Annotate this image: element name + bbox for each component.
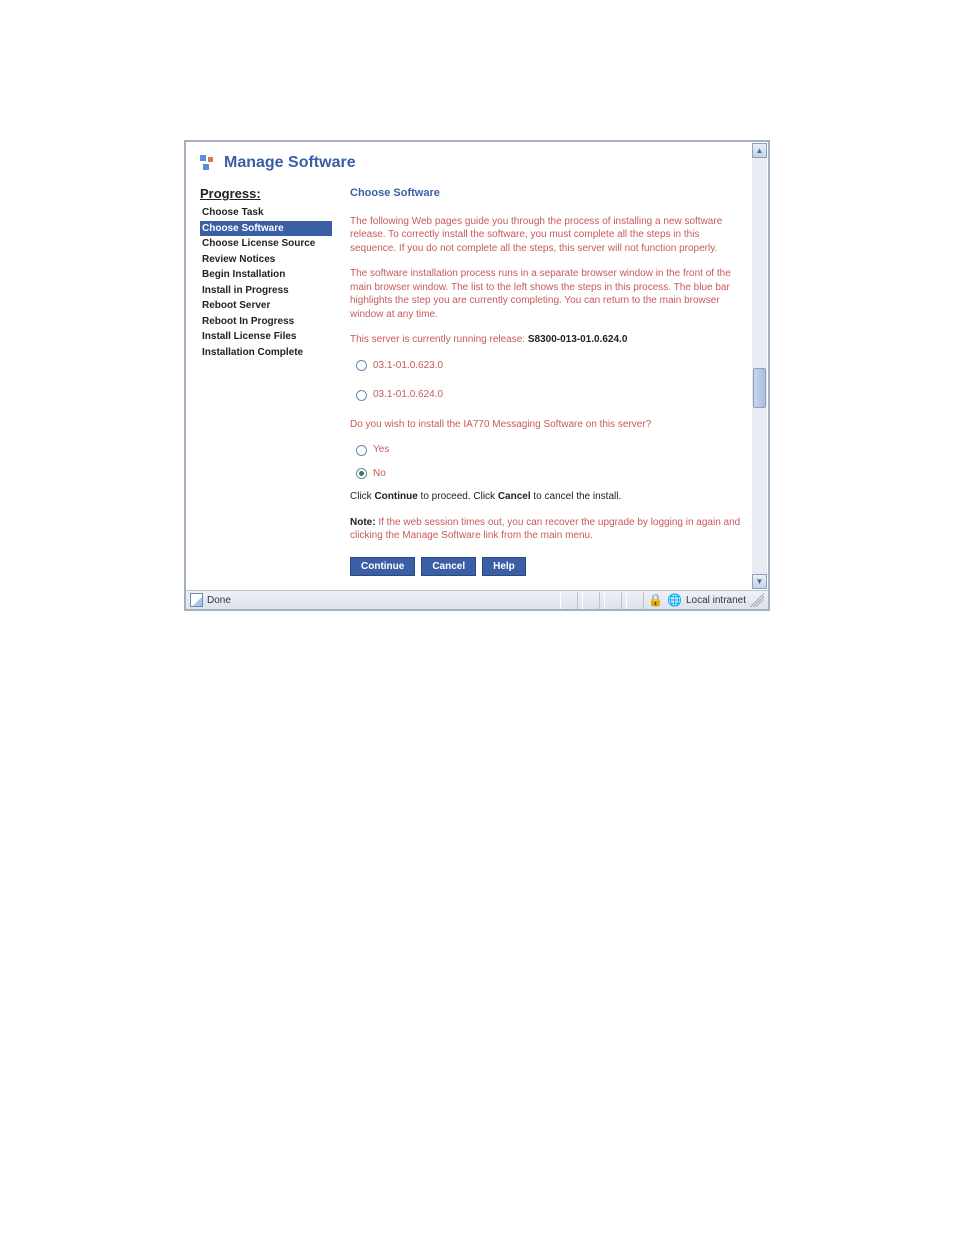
progress-step: Reboot Server <box>200 298 332 314</box>
radio-button[interactable] <box>356 390 367 401</box>
progress-step: Reboot In Progress <box>200 314 332 330</box>
scrollbar-thumb[interactable] <box>753 368 766 408</box>
button-row: Continue Cancel Help <box>350 557 746 576</box>
note-text: If the web session times out, you can re… <box>350 517 740 542</box>
version-option-row[interactable]: 03.1-01.0.624.0 <box>356 388 746 402</box>
security-zone: Local intranet <box>686 595 746 606</box>
radio-button[interactable] <box>356 360 367 371</box>
zone-icon: 🌐 <box>667 593 682 607</box>
status-cell <box>560 592 578 609</box>
progress-step: Review Notices <box>200 252 332 268</box>
cancel-button[interactable]: Cancel <box>421 557 476 576</box>
progress-step: Installation Complete <box>200 345 332 361</box>
radio-button[interactable] <box>356 445 367 456</box>
ia770-option-label: No <box>373 467 386 481</box>
proceed-instruction: Click Continue to proceed. Click Cancel … <box>350 490 746 504</box>
progress-step: Begin Installation <box>200 267 332 283</box>
version-option-row[interactable]: 03.1-01.0.623.0 <box>356 359 746 373</box>
status-bar: Done 🔒 🌐 Local intranet <box>186 590 768 609</box>
status-text: Done <box>207 595 231 606</box>
status-cell <box>604 592 622 609</box>
scrollbar-track[interactable] <box>752 158 767 574</box>
running-release-line: This server is currently running release… <box>350 333 746 347</box>
progress-step: Choose Task <box>200 205 332 221</box>
ia770-option-row[interactable]: No <box>356 467 746 481</box>
version-option-label: 03.1-01.0.623.0 <box>373 359 443 373</box>
page-title: Manage Software <box>224 154 356 172</box>
note-label: Note: <box>350 517 376 528</box>
scroll-up-button[interactable]: ▲ <box>752 143 767 158</box>
scroll-down-button[interactable]: ▼ <box>752 574 767 589</box>
status-cell <box>626 592 644 609</box>
resize-grip[interactable] <box>750 593 764 607</box>
main-content: Choose Software The following Web pages … <box>350 186 746 576</box>
note-paragraph: Note: If the web session times out, you … <box>350 516 746 543</box>
progress-step: Choose Software <box>200 221 332 237</box>
progress-heading: Progress: <box>200 186 332 201</box>
ia770-option-label: Yes <box>373 443 389 457</box>
content-heading: Choose Software <box>350 186 746 201</box>
progress-sidebar: Progress: Choose TaskChoose SoftwareChoo… <box>200 186 332 576</box>
page-icon <box>190 593 203 607</box>
intro-paragraph-2: The software installation process runs i… <box>350 267 746 321</box>
running-release-prefix: This server is currently running release… <box>350 334 528 345</box>
version-option-label: 03.1-01.0.624.0 <box>373 388 443 402</box>
running-release-version: S8300-013-01.0.624.0 <box>528 334 628 345</box>
ia770-question: Do you wish to install the IA770 Messagi… <box>350 418 746 432</box>
progress-step: Install License Files <box>200 329 332 345</box>
progress-step: Choose License Source <box>200 236 332 252</box>
status-cell <box>582 592 600 609</box>
app-logo-icon <box>200 155 216 171</box>
continue-button[interactable]: Continue <box>350 557 415 576</box>
progress-list: Choose TaskChoose SoftwareChoose License… <box>200 205 332 360</box>
help-button[interactable]: Help <box>482 557 526 576</box>
intro-paragraph-1: The following Web pages guide you throug… <box>350 215 746 256</box>
page-header: Manage Software <box>200 154 746 172</box>
content-viewport: ▲ ▼ Manage Software Progress: Choose Tas… <box>186 142 768 590</box>
ia770-option-row[interactable]: Yes <box>356 443 746 457</box>
lock-icon: 🔒 <box>648 593 663 607</box>
progress-step: Install in Progress <box>200 283 332 299</box>
radio-button[interactable] <box>356 468 367 479</box>
browser-window: ▲ ▼ Manage Software Progress: Choose Tas… <box>184 140 770 611</box>
